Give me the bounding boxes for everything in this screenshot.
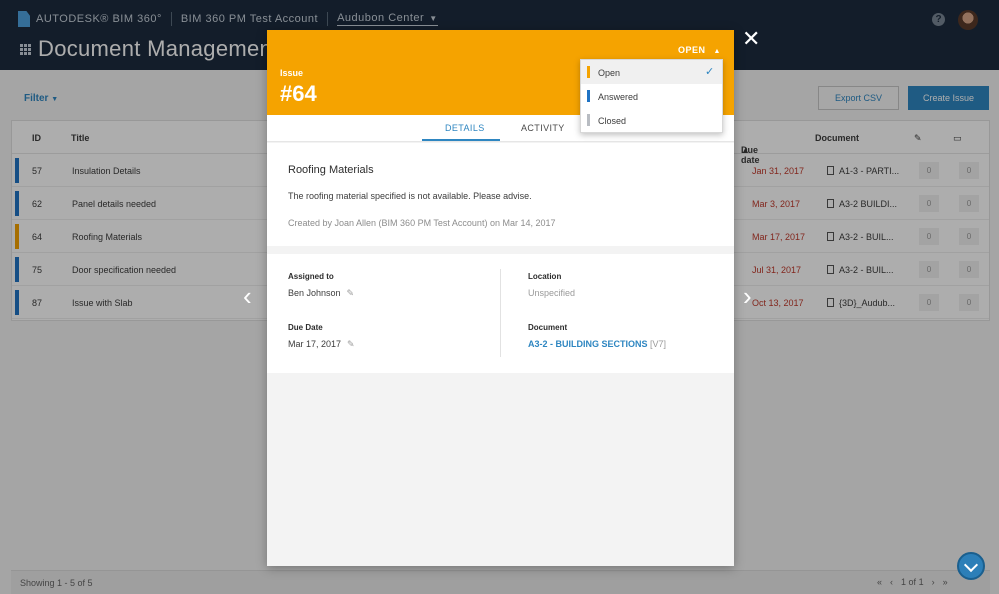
tab-activity[interactable]: ACTIVITY: [521, 123, 565, 133]
column-divider: [500, 269, 501, 357]
chevron-right-icon[interactable]: ›: [743, 283, 752, 309]
close-icon[interactable]: ✕: [742, 28, 760, 50]
issue-created-info: Created by Joan Allen (BIM 360 PM Test A…: [288, 218, 556, 228]
document-name: A3-2 - BUILDING SECTIONS: [528, 339, 648, 349]
due-date-field[interactable]: Mar 17, 2017 ✎: [288, 339, 355, 350]
status-color-bar: [587, 90, 590, 102]
learning-center-icon[interactable]: [957, 552, 985, 580]
chevron-left-icon[interactable]: ‹: [243, 283, 252, 309]
status-color-bar: [587, 114, 590, 126]
status-option-label: Closed: [598, 116, 627, 126]
assigned-to-label: Assigned to: [288, 272, 334, 281]
issue-title[interactable]: Roofing Materials: [288, 164, 374, 176]
issue-label: Issue: [280, 68, 304, 78]
status-color-bar: [587, 66, 590, 78]
due-date-label: Due Date: [288, 323, 323, 332]
status-option-open[interactable]: Open ✓: [581, 60, 722, 84]
document-version: [V7]: [650, 339, 667, 349]
status-option-answered[interactable]: Answered: [581, 84, 722, 108]
status-option-closed[interactable]: Closed: [581, 108, 722, 132]
pencil-icon[interactable]: ✎: [347, 339, 355, 349]
due-date-value: Mar 17, 2017: [288, 339, 342, 349]
chevron-up-icon: ▲: [713, 48, 721, 55]
issue-properties-section: Assigned to Ben Johnson ✎ Location Unspec…: [267, 254, 734, 373]
pencil-icon[interactable]: ✎: [347, 288, 355, 298]
status-selector[interactable]: OPEN ▲: [678, 45, 721, 55]
document-label: Document: [528, 323, 568, 332]
assigned-to-value: Ben Johnson: [288, 288, 341, 298]
check-icon: ✓: [705, 66, 715, 78]
issue-description[interactable]: The roofing material specified is not av…: [288, 191, 532, 201]
status-option-label: Open: [598, 68, 621, 78]
status-option-label: Answered: [598, 92, 639, 102]
status-dropdown: Open ✓ Answered Closed: [580, 59, 723, 133]
active-tab-indicator: [422, 139, 500, 141]
document-link[interactable]: A3-2 - BUILDING SECTIONS [V7]: [528, 339, 666, 349]
issue-description-section: Roofing Materials The roofing material s…: [267, 143, 734, 246]
tab-details[interactable]: DETAILS: [445, 123, 485, 133]
status-value: OPEN: [678, 45, 706, 55]
location-label: Location: [528, 272, 562, 281]
assigned-to-field[interactable]: Ben Johnson ✎: [288, 288, 354, 299]
issue-number: #64: [280, 81, 317, 106]
location-value[interactable]: Unspecified: [528, 288, 575, 298]
